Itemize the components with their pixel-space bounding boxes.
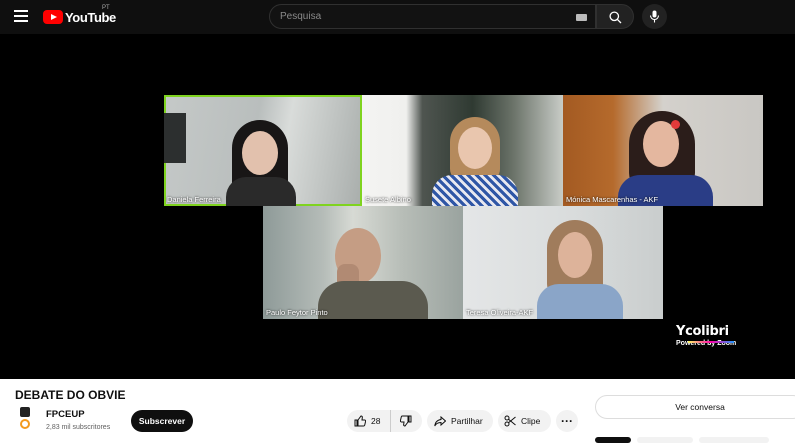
share-label: Partilhar	[451, 416, 483, 426]
participant-name: Daniela Ferreira	[167, 195, 221, 204]
participant-tile: Teresa Oliveira-AKF	[463, 206, 663, 319]
bird-icon: Y	[676, 324, 686, 339]
share-button[interactable]: Partilhar	[427, 410, 493, 432]
participant-video	[458, 127, 492, 169]
search-placeholder: Pesquisa	[280, 11, 322, 22]
thumbs-down-icon	[400, 415, 412, 427]
participant-tile: Mónica Mascarenhas - AKF	[563, 95, 763, 206]
share-icon	[434, 415, 446, 426]
participant-video	[318, 281, 428, 319]
dislike-button[interactable]	[391, 410, 421, 432]
microphone-icon	[649, 10, 660, 23]
participant-tile: Daniela Ferreira	[164, 95, 362, 206]
logo-country: PT	[102, 5, 110, 11]
participant-tile: Paulo Feytor Pinto	[263, 206, 463, 319]
channel-logo-bottom	[20, 419, 30, 429]
youtube-play-icon	[43, 10, 63, 24]
subscribe-button[interactable]: Subscrever	[131, 410, 193, 432]
subscriber-count: 2,83 mil subscritores	[46, 424, 111, 431]
participant-name: Paulo Feytor Pinto	[266, 308, 328, 317]
participant-name: Teresa Oliveira-AKF	[466, 308, 534, 317]
menu-icon[interactable]	[14, 10, 28, 22]
channel-logo-top	[20, 407, 30, 417]
show-chat-button[interactable]: Ver conversa	[595, 395, 795, 419]
logo-text: YouTube	[65, 9, 116, 25]
participant-name: Mónica Mascarenhas - AKF	[566, 195, 659, 204]
brand-stripe	[688, 341, 734, 343]
participant-video	[164, 113, 186, 163]
clip-button[interactable]: Clipe	[498, 410, 551, 432]
channel-name[interactable]: FPCEUP	[46, 409, 85, 420]
participant-video	[432, 175, 518, 206]
search-icon	[609, 11, 622, 24]
participant-video	[671, 120, 680, 129]
participant-video	[558, 232, 592, 278]
participant-video	[242, 131, 278, 175]
zoom-watermark: Ycolibri Powered by Zoom	[676, 324, 736, 347]
video-title: DEBATE DO OBVIE	[15, 388, 126, 402]
more-actions-button[interactable]: ···	[556, 410, 578, 432]
youtube-logo[interactable]: YouTube PT	[43, 5, 116, 25]
keyboard-icon[interactable]	[576, 14, 587, 21]
participant-video	[537, 284, 623, 319]
like-dislike-group: 28	[347, 410, 422, 432]
participant-video	[226, 177, 296, 206]
colibri-logo: Ycolibri	[676, 324, 729, 339]
scissors-icon	[504, 415, 516, 427]
like-button[interactable]: 28	[347, 410, 391, 432]
clip-label: Clipe	[521, 416, 541, 426]
video-player[interactable]: Daniela Ferreira Susete Albino Mónica Ma…	[0, 34, 795, 379]
channel-avatar[interactable]	[18, 407, 34, 431]
like-count: 28	[371, 416, 381, 426]
search-button[interactable]	[596, 4, 634, 29]
search-input[interactable]: Pesquisa	[269, 4, 596, 29]
filter-chip[interactable]	[595, 437, 631, 443]
filter-chip[interactable]	[637, 437, 693, 443]
voice-search-button[interactable]	[642, 4, 667, 29]
masthead: YouTube PT Pesquisa	[0, 0, 795, 34]
filter-chip[interactable]	[699, 437, 769, 443]
participant-tile: Susete Albino	[362, 95, 563, 206]
participant-name: Susete Albino	[365, 195, 411, 204]
thumbs-up-icon	[354, 415, 366, 427]
